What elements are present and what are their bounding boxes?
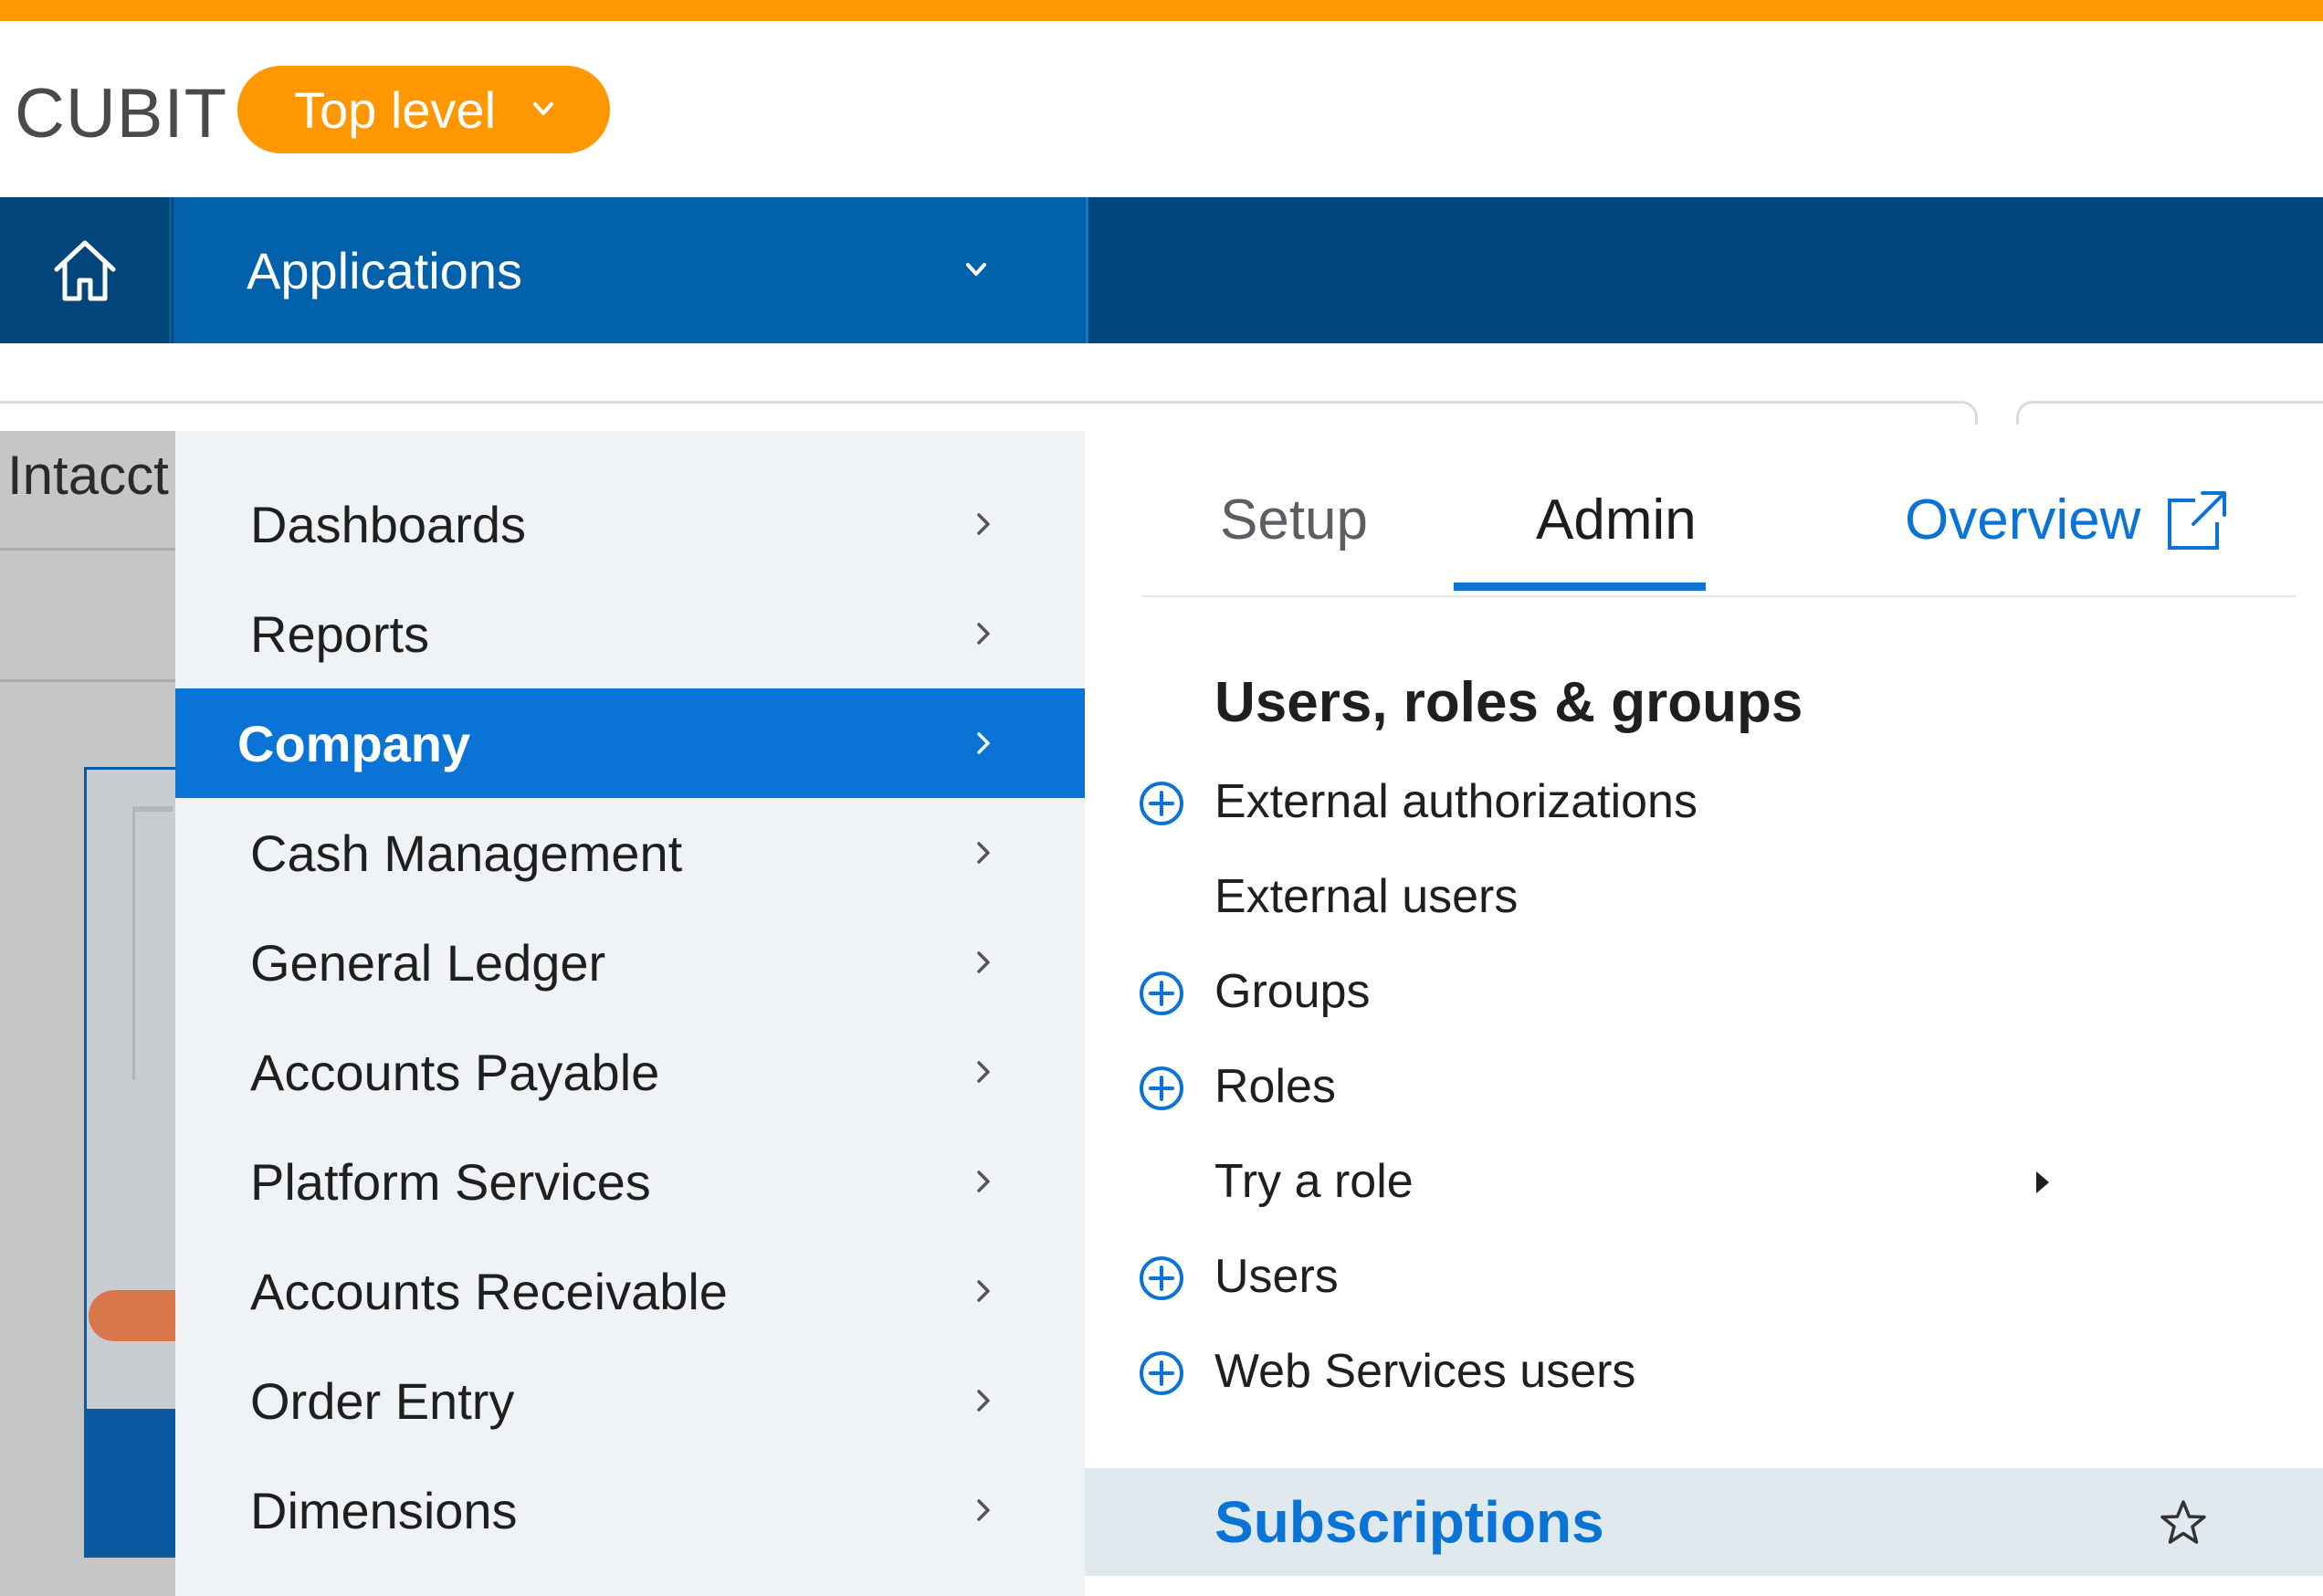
menu-item-label: Reports — [250, 604, 430, 663]
chevron-right-icon — [977, 951, 990, 973]
submenu-item-label: Groups — [1214, 965, 1371, 1018]
company-name: CUBIT — [15, 75, 227, 152]
plus-circle-icon[interactable] — [1138, 1255, 1185, 1302]
submenu-item-label: External users — [1214, 870, 1519, 923]
background-card-outline — [0, 401, 1978, 425]
plus-circle-icon[interactable] — [1138, 970, 1185, 1017]
submenu-item-groups[interactable]: Groups — [1085, 950, 2323, 1032]
caret-right-icon — [2036, 1171, 2049, 1193]
main-navbar: Applications — [0, 197, 2323, 343]
tab-setup[interactable]: Setup — [1220, 488, 1368, 552]
submenu-item-try-a-role[interactable]: Try a role — [1085, 1139, 2323, 1222]
menu-item-label: Accounts Receivable — [250, 1262, 728, 1320]
dimmed-page-content: Intacct — [0, 431, 178, 1596]
submenu-item-label: Users — [1214, 1250, 1339, 1303]
chevron-right-icon — [977, 1390, 990, 1412]
chevron-right-icon — [977, 1280, 990, 1302]
divider — [1141, 595, 2296, 597]
external-link-icon[interactable] — [2162, 488, 2228, 553]
menu-item-order-entry[interactable]: Order Entry — [175, 1346, 1085, 1455]
tab-admin[interactable]: Admin — [1536, 488, 1697, 552]
dimmed-illustration — [84, 767, 178, 1558]
menu-item-label: Company — [237, 714, 471, 772]
illustration-shape — [132, 806, 173, 1080]
menu-item-label: General Ledger — [250, 933, 606, 992]
divider — [0, 548, 175, 551]
chevron-right-icon — [977, 1171, 990, 1192]
submenu-item-label: External authorizations — [1214, 775, 1698, 828]
divider — [0, 679, 175, 682]
plus-circle-icon[interactable] — [1138, 1349, 1185, 1397]
submenu-item-label: Try a role — [1214, 1155, 1414, 1208]
menu-item-label: Dashboards — [250, 495, 526, 553]
chevron-right-icon — [977, 732, 990, 754]
app-window: CUBIT Top level Applications Intacct Das… — [0, 0, 2323, 1596]
chevron-right-icon — [977, 513, 990, 535]
submenu-item-label: Web Services users — [1214, 1345, 1636, 1398]
menu-item-accounts-payable[interactable]: Accounts Payable — [175, 1017, 1085, 1127]
chevron-right-icon — [977, 623, 990, 645]
menu-item-general-ledger[interactable]: General Ledger — [175, 908, 1085, 1017]
overview-link[interactable]: Overview — [1905, 488, 2140, 552]
home-button[interactable] — [0, 197, 172, 343]
menu-item-label: Platform Services — [250, 1152, 651, 1211]
menu-item-dashboards[interactable]: Dashboards — [175, 469, 1085, 579]
applications-label: Applications — [247, 242, 522, 299]
menu-item-accounts-receivable[interactable]: Accounts Receivable — [175, 1236, 1085, 1346]
submenu-item-roles[interactable]: Roles — [1085, 1045, 2323, 1127]
entity-level-dropdown[interactable]: Top level — [237, 66, 610, 153]
menu-item-label: Accounts Payable — [250, 1043, 660, 1101]
chevron-right-icon — [977, 1499, 990, 1521]
menu-item-dimensions[interactable]: Dimensions — [175, 1455, 1085, 1565]
menu-item-label: Dimensions — [250, 1481, 518, 1539]
page-heading: Intacct — [7, 445, 169, 506]
submenu-item-external-users[interactable]: External users — [1085, 855, 2323, 937]
top-accent-stripe — [0, 0, 2323, 21]
submenu-item-web-services-users[interactable]: Web Services users — [1085, 1329, 2323, 1412]
plus-circle-icon[interactable] — [1138, 780, 1185, 827]
section-title: Users, roles & groups — [1214, 671, 1803, 734]
submenu-item-external-authorizations[interactable]: External authorizations — [1085, 760, 2323, 842]
chevron-down-icon — [966, 263, 986, 276]
entity-level-label: Top level — [294, 80, 497, 139]
menu-item-cash-management[interactable]: Cash Management — [175, 798, 1085, 908]
company-submenu-panel: Setup Admin Overview Users, roles & grou… — [1085, 431, 2323, 1596]
chevron-down-icon — [533, 102, 553, 115]
menu-item-label: Order Entry — [250, 1371, 515, 1430]
home-icon — [54, 240, 115, 301]
submenu-item-label: Roles — [1214, 1060, 1336, 1113]
background-card-outline — [2016, 401, 2323, 425]
submenu-item-users[interactable]: Users — [1085, 1234, 2323, 1317]
chevron-right-icon — [977, 842, 990, 864]
applications-menu: Dashboards Reports Company Cash Manageme… — [175, 431, 1085, 1596]
menu-item-company[interactable]: Company — [175, 688, 1085, 798]
star-icon[interactable] — [2157, 1497, 2210, 1550]
illustration-shape — [87, 1409, 178, 1555]
subscriptions-label: Subscriptions — [1214, 1489, 1604, 1555]
applications-menu-button[interactable]: Applications — [173, 197, 1088, 343]
menu-item-reports[interactable]: Reports — [175, 579, 1085, 688]
active-tab-indicator — [1454, 583, 1706, 591]
submenu-item-subscriptions[interactable]: Subscriptions — [1085, 1468, 2323, 1576]
menu-item-label: Cash Management — [250, 824, 683, 882]
menu-item-platform-services[interactable]: Platform Services — [175, 1127, 1085, 1236]
illustration-shape — [89, 1290, 176, 1341]
plus-circle-icon[interactable] — [1138, 1065, 1185, 1112]
header: CUBIT Top level — [0, 21, 2323, 197]
chevron-right-icon — [977, 1061, 990, 1083]
